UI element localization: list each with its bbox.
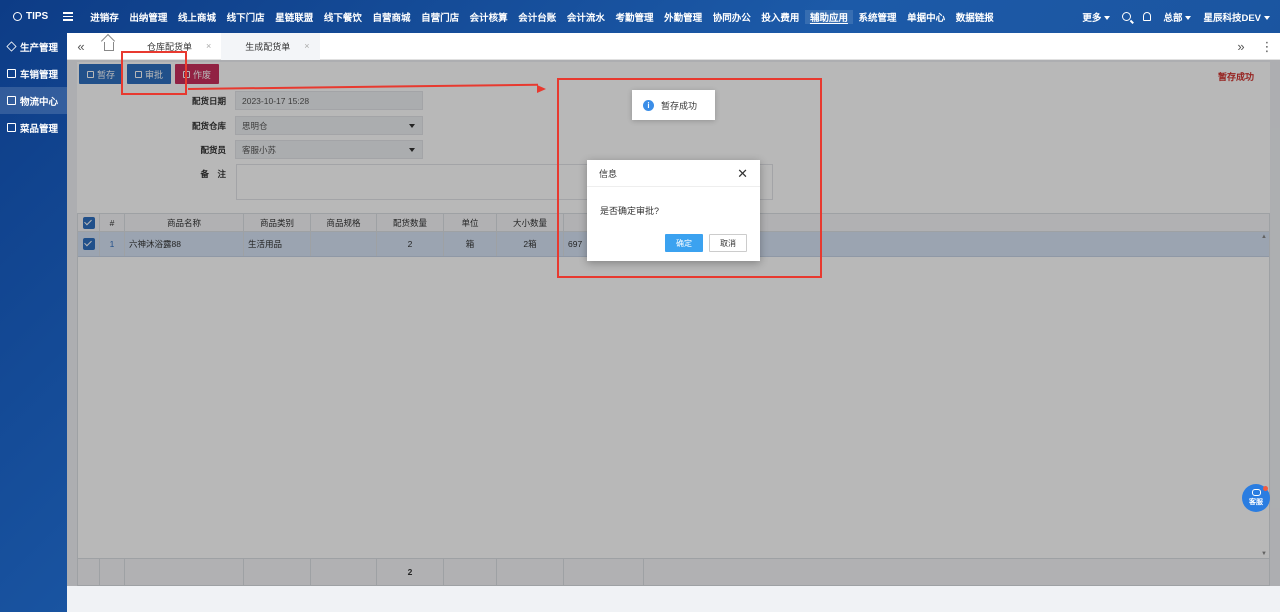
external-link-icon	[7, 96, 16, 105]
sidebar-item[interactable]: 物流中心	[0, 87, 67, 114]
tab-bar-controls: » ⋮	[1228, 33, 1280, 60]
company-label: 星辰科技DEV	[1203, 12, 1261, 24]
nav-item[interactable]: 自营商城	[367, 10, 416, 24]
annotation-box-dialog	[557, 78, 822, 278]
org-switcher[interactable]: 总部	[1163, 10, 1192, 24]
customer-service-label: 客服	[1249, 499, 1263, 506]
tab-generate-distribution[interactable]: 生成配货单 ×	[221, 32, 320, 60]
scroll-right-icon[interactable]: »	[1228, 39, 1254, 54]
nav-item[interactable]: 会计核算	[464, 10, 513, 24]
home-icon[interactable]	[104, 41, 114, 51]
nav-more[interactable]: 更多	[1082, 10, 1111, 24]
nav-item[interactable]: 出纳管理	[124, 10, 173, 24]
sidebar: 生产管理车销管理物流中心菜品管理	[0, 33, 67, 612]
tab-label: 生成配货单	[245, 41, 291, 52]
nav-item[interactable]: 考勤管理	[610, 10, 659, 24]
nav-item[interactable]: 外勤管理	[659, 10, 708, 24]
search-icon[interactable]	[1122, 12, 1132, 21]
nav-item[interactable]: 星链联盟	[270, 10, 319, 24]
customer-service-button[interactable]: 客服	[1242, 484, 1270, 512]
app-logo[interactable]: TIPS	[0, 11, 60, 22]
sidebar-item[interactable]: 车销管理	[0, 60, 67, 87]
nav-item[interactable]: 线下门店	[221, 10, 270, 24]
nav-item[interactable]: 协同办公	[707, 10, 756, 24]
nav-item[interactable]: 会计台账	[513, 10, 562, 24]
more-vertical-icon[interactable]: ⋮	[1254, 39, 1280, 55]
main-nav: 进销存 出纳管理 线上商城 线下门店 星链联盟 线下餐饮 自营商城 自营门店 会计核算 会计台账会…	[85, 9, 999, 24]
chevron-down-icon	[1264, 15, 1270, 20]
nav-item[interactable]: 线下餐饮	[319, 10, 368, 24]
app-brand: TIPS	[26, 11, 49, 22]
tab-close-icon[interactable]: ×	[206, 41, 211, 51]
nav-more-label: 更多	[1082, 12, 1102, 24]
external-link-icon	[7, 123, 16, 132]
logo-icon	[13, 12, 22, 21]
tab-close-icon[interactable]: ×	[304, 41, 309, 51]
nav-item[interactable]: 系统管理	[853, 10, 902, 24]
annotation-box-approve	[121, 51, 187, 95]
bell-icon[interactable]	[1143, 12, 1152, 21]
annotation-arrow-head	[537, 85, 546, 93]
notification-dot	[1263, 486, 1268, 491]
sidebar-item-label: 生产管理	[20, 42, 59, 54]
scroll-left-icon[interactable]: «	[67, 39, 95, 54]
chevron-down-icon	[1185, 15, 1192, 20]
external-link-icon	[7, 69, 16, 78]
sidebar-item[interactable]: 菜品管理	[0, 114, 67, 141]
chevron-down-icon	[1104, 15, 1111, 20]
company-switcher[interactable]: 星辰科技DEV	[1203, 10, 1270, 24]
top-right-controls: 更多 总部 星辰科技DEV	[1082, 0, 1270, 33]
sidebar-item-label: 菜品管理	[20, 123, 59, 135]
nav-item[interactable]: 会计流水	[562, 10, 611, 24]
nav-item[interactable]: 单据中心	[902, 10, 951, 24]
sidebar-item-label: 车销管理	[20, 69, 59, 81]
org-label: 总部	[1163, 12, 1183, 24]
menu-toggle-icon[interactable]	[63, 12, 73, 21]
nav-item[interactable]: 数据链报	[950, 10, 999, 24]
nav-item[interactable]: 进销存	[85, 10, 124, 24]
sidebar-item[interactable]: 生产管理	[0, 33, 67, 60]
nav-item[interactable]: 投入费用	[756, 10, 805, 24]
nav-item[interactable]: 线上商城	[173, 10, 222, 24]
layers-icon	[6, 41, 17, 52]
tab-bar: « 仓库配货单 × 生成配货单 × » ⋮	[67, 32, 1280, 60]
sidebar-item-label: 物流中心	[20, 96, 59, 108]
top-navigation: TIPS 进销存 出纳管理 线上商城 线下门店 星链联盟 线下餐饮 自营商城 自营门店 会计核算…	[0, 0, 1280, 33]
chat-icon	[1251, 489, 1261, 496]
nav-item[interactable]: 辅助应用	[804, 9, 854, 24]
nav-item[interactable]: 自营门店	[416, 10, 465, 24]
